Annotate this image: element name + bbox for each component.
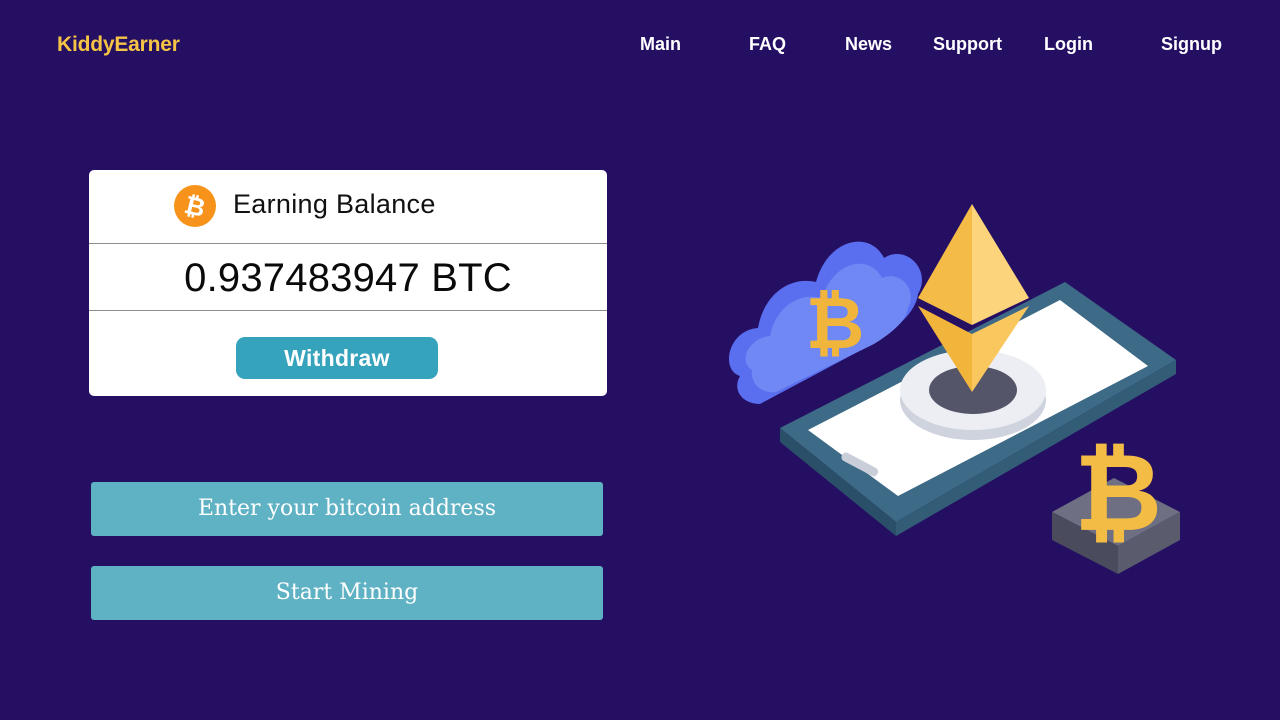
svg-text:₿: ₿ bbox=[1074, 432, 1162, 553]
nav-login[interactable]: Login bbox=[1044, 34, 1093, 55]
card-header: ₿ Earning Balance bbox=[89, 170, 607, 244]
withdraw-button[interactable]: Withdraw bbox=[236, 337, 438, 379]
svg-text:₿: ₿ bbox=[806, 284, 865, 364]
card-title: Earning Balance bbox=[233, 189, 436, 219]
bitcoin-block-icon: ₿ bbox=[1052, 432, 1180, 574]
nav-news[interactable]: News bbox=[845, 34, 892, 55]
main-nav: Main FAQ News Support Login Signup bbox=[0, 34, 1280, 58]
bitcoin-address-input[interactable] bbox=[91, 482, 603, 536]
balance-amount: 0.937483947 BTC bbox=[89, 244, 607, 311]
crypto-mining-illustration: ₿ ₿ bbox=[728, 204, 1180, 574]
nav-main[interactable]: Main bbox=[640, 34, 681, 55]
earning-balance-card: ₿ Earning Balance 0.937483947 BTC Withdr… bbox=[89, 170, 607, 396]
nav-faq[interactable]: FAQ bbox=[749, 34, 786, 55]
start-mining-button[interactable]: Start Mining bbox=[91, 566, 603, 620]
svg-text:₿: ₿ bbox=[181, 191, 208, 223]
bitcoin-icon: ₿ bbox=[174, 185, 216, 227]
nav-signup[interactable]: Signup bbox=[1161, 34, 1222, 55]
nav-support[interactable]: Support bbox=[933, 34, 1002, 55]
